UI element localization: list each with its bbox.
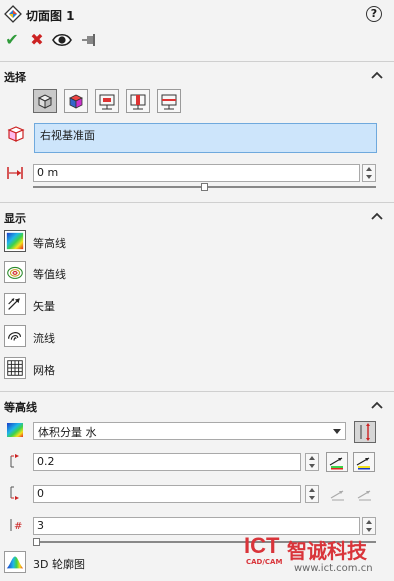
offset-slider-thumb[interactable] — [201, 183, 208, 191]
preview-eye-icon[interactable] — [52, 30, 72, 50]
contour-section-header[interactable]: 等高线 — [0, 396, 394, 416]
display-option-label: 矢量 — [33, 300, 55, 313]
max-auto-button[interactable] — [326, 452, 348, 472]
chevron-up-icon[interactable] — [370, 398, 384, 412]
section-title: 等高线 — [4, 401, 37, 414]
page-title: 切面图 1 — [26, 9, 75, 23]
3d-profile-option[interactable]: 3D 轮廓图 — [4, 551, 204, 575]
min-value-input[interactable]: 0 — [33, 485, 301, 503]
watermark-sub: CAD/CAM — [246, 558, 283, 566]
min-auto-icon — [330, 490, 344, 501]
watermark-brand: ICT — [244, 533, 280, 558]
vector-icon — [4, 293, 26, 315]
reference-plane-value: 右视基准面 — [40, 129, 95, 142]
section-plane-icon — [99, 94, 115, 110]
plane-section-c-button[interactable] — [157, 89, 181, 113]
plane-color-button[interactable] — [64, 89, 88, 113]
help-icon[interactable]: ? — [366, 6, 382, 22]
divider — [0, 202, 394, 203]
display-option-contour[interactable]: 等高线 — [4, 230, 204, 254]
adjust-range-button[interactable] — [354, 421, 376, 443]
reference-face-icon — [7, 126, 25, 142]
mesh-icon — [4, 357, 26, 379]
auto-range-icon — [329, 457, 343, 470]
display-option-label: 流线 — [33, 332, 55, 345]
property-manager-header: 切面图 1 ? — [0, 0, 394, 28]
3d-profile-label: 3D 轮廓图 — [33, 558, 85, 571]
display-option-label: 网格 — [33, 364, 55, 377]
watermark-logo: ICT CAD/CAM 智诚科技 www.ict.com.cn — [244, 533, 394, 581]
3d-profile-icon — [4, 551, 26, 573]
levels-value: 3 — [37, 519, 44, 532]
section-plane-icon — [161, 94, 177, 110]
box-icon — [37, 94, 53, 109]
color-cube-icon — [69, 94, 83, 109]
min-value-icon — [10, 486, 19, 500]
offset-value: 0 m — [37, 166, 59, 179]
isoline-icon — [4, 261, 26, 283]
streamline-icon — [4, 325, 26, 347]
range-icon — [360, 423, 370, 441]
plane-tool-row — [33, 89, 193, 113]
display-option-streamline[interactable]: 流线 — [4, 325, 204, 349]
display-option-label: 等高线 — [33, 237, 66, 250]
svg-text:#: # — [14, 521, 22, 532]
action-bar: ✔ ✖ — [0, 30, 394, 54]
min-value-spinner[interactable] — [305, 485, 319, 503]
display-section-header[interactable]: 显示 — [0, 207, 394, 227]
global-range-icon — [356, 457, 370, 470]
watermark-name: 智诚科技 — [287, 539, 367, 563]
plane-section-a-button[interactable] — [95, 89, 119, 113]
levels-icon: # — [10, 519, 22, 532]
max-value-input[interactable]: 0.2 — [33, 453, 301, 471]
max-value-spinner[interactable] — [305, 453, 319, 471]
offset-distance-icon — [7, 167, 23, 179]
watermark-url: www.ict.com.cn — [294, 563, 373, 574]
levels-slider-thumb[interactable] — [33, 538, 40, 546]
chevron-up-icon[interactable] — [370, 68, 384, 82]
max-global-button[interactable] — [353, 452, 375, 472]
ok-button[interactable]: ✔ — [2, 30, 22, 50]
divider — [0, 61, 394, 62]
cut-plot-icon — [4, 5, 22, 23]
offset-input[interactable]: 0 m — [33, 164, 360, 182]
display-option-isoline[interactable]: 等值线 — [4, 261, 204, 285]
dropdown-arrow-icon — [333, 429, 341, 434]
selection-section-header[interactable]: 选择 — [0, 66, 394, 86]
chevron-up-icon[interactable] — [370, 209, 384, 223]
divider — [0, 391, 394, 392]
display-option-mesh[interactable]: 网格 — [4, 357, 204, 381]
section-title: 选择 — [4, 71, 26, 84]
max-value: 0.2 — [37, 455, 55, 468]
section-plane-icon — [130, 94, 146, 110]
plane-section-b-button[interactable] — [126, 89, 150, 113]
reference-plane-field[interactable]: 右视基准面 — [34, 123, 377, 153]
min-global-icon — [357, 490, 371, 501]
parameter-select[interactable]: 体积分量 水 — [33, 422, 346, 440]
contour-icon — [4, 230, 26, 252]
cancel-button[interactable]: ✖ — [27, 30, 47, 50]
min-value: 0 — [37, 487, 44, 500]
display-option-label: 等值线 — [33, 268, 66, 281]
offset-spinner[interactable] — [362, 164, 376, 182]
section-title: 显示 — [4, 212, 26, 225]
parameter-select-value: 体积分量 水 — [38, 426, 97, 439]
pin-icon[interactable] — [80, 30, 100, 50]
display-option-vector[interactable]: 矢量 — [4, 293, 204, 317]
parameter-icon — [7, 423, 23, 437]
max-value-icon — [10, 454, 19, 468]
plane-box-button[interactable] — [33, 89, 57, 113]
